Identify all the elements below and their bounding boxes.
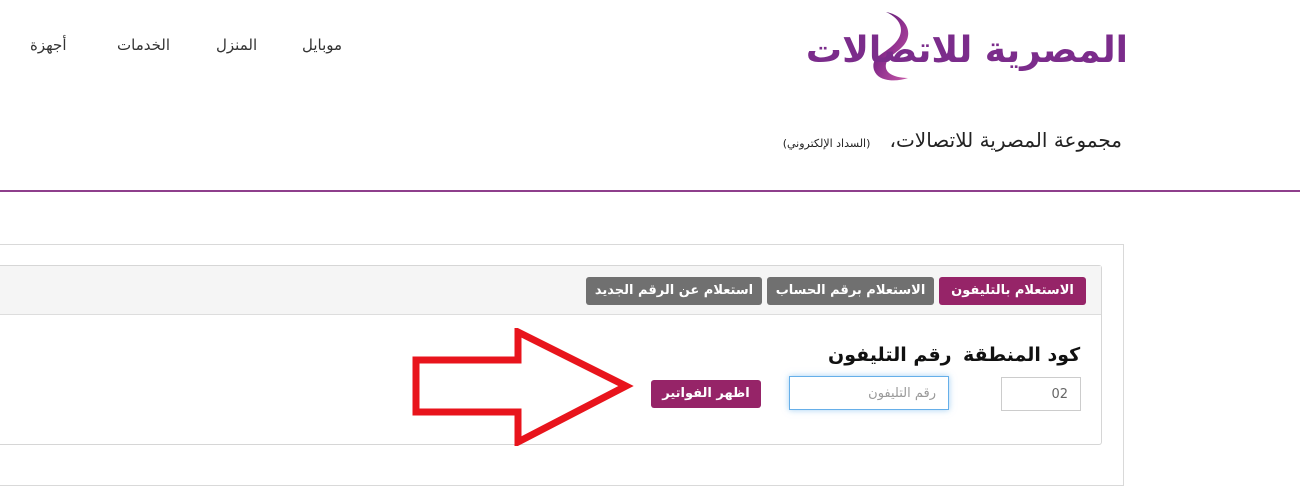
subheader: مجموعة المصرية للاتصالات، (السداد الإلكت…	[783, 128, 1122, 158]
phone-number-label: رقم التليفون	[828, 344, 952, 366]
page-subtitle: (السداد الإلكتروني)	[782, 137, 871, 150]
logo[interactable]: المصرية للاتصالات	[806, 8, 1129, 84]
red-arrow-icon	[412, 328, 634, 446]
area-code-label: كود المنطقة	[963, 344, 1081, 366]
tab-account-inquiry[interactable]: الاستعلام برقم الحساب	[767, 277, 934, 305]
tabs-bar: الاستعلام بالتليفون الاستعلام برقم الحسا…	[0, 266, 1101, 315]
show-bills-button[interactable]: اظهر الفواتير	[651, 380, 761, 408]
nav-item-services[interactable]: الخدمات	[117, 36, 170, 54]
tab-new-number-inquiry[interactable]: استعلام عن الرقم الجديد	[586, 277, 762, 305]
nav-item-devices[interactable]: أجهزة	[30, 36, 67, 54]
header-divider	[0, 190, 1300, 192]
page-title: مجموعة المصرية للاتصالات،	[889, 128, 1123, 152]
tab-phone-inquiry[interactable]: الاستعلام بالتليفون	[939, 277, 1086, 305]
nav-item-home[interactable]: المنزل	[216, 36, 257, 54]
logo-text: المصرية للاتصالات	[805, 30, 1129, 71]
nav-item-mobile[interactable]: موبايل	[302, 36, 342, 54]
phone-number-input[interactable]	[789, 376, 949, 410]
area-code-input[interactable]	[1001, 377, 1081, 411]
